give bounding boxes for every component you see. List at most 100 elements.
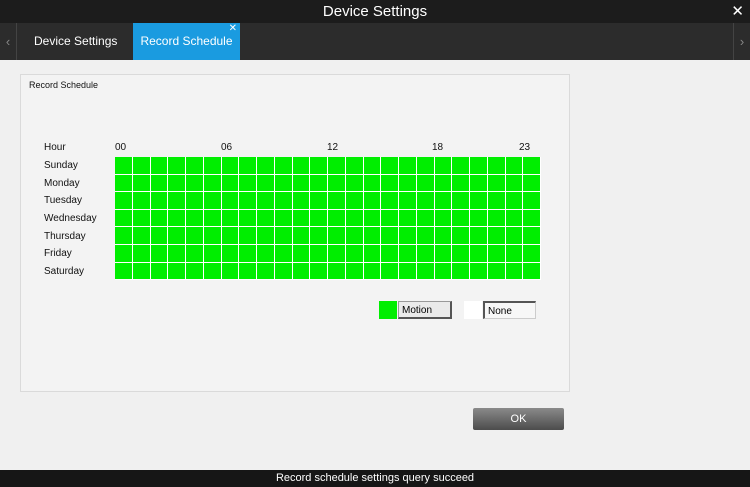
schedule-cell[interactable] xyxy=(203,244,222,263)
schedule-cell[interactable] xyxy=(523,227,541,245)
schedule-cell[interactable] xyxy=(274,262,293,281)
schedule-cell[interactable] xyxy=(363,209,382,228)
schedule-cell[interactable] xyxy=(203,262,222,281)
schedule-cell[interactable] xyxy=(221,157,240,175)
schedule-cell[interactable] xyxy=(239,157,257,175)
schedule-cell[interactable] xyxy=(434,244,453,263)
schedule-cell[interactable] xyxy=(292,157,311,175)
schedule-cell[interactable] xyxy=(292,209,311,228)
schedule-cell[interactable] xyxy=(328,192,346,210)
schedule-cell[interactable] xyxy=(434,262,453,281)
schedule-cell[interactable] xyxy=(203,227,222,245)
schedule-cell[interactable] xyxy=(399,262,417,281)
schedule-cell[interactable] xyxy=(257,227,275,245)
schedule-cell[interactable] xyxy=(132,174,151,193)
schedule-cell[interactable] xyxy=(381,244,399,263)
schedule-cell[interactable] xyxy=(505,209,524,228)
schedule-cell[interactable] xyxy=(470,262,488,281)
schedule-cell[interactable] xyxy=(434,157,453,175)
schedule-cell[interactable] xyxy=(523,209,541,228)
schedule-cell[interactable] xyxy=(168,192,186,210)
schedule-cell[interactable] xyxy=(239,244,257,263)
schedule-cell[interactable] xyxy=(470,244,488,263)
schedule-cell[interactable] xyxy=(150,244,169,263)
schedule-cell[interactable] xyxy=(257,244,275,263)
schedule-cell[interactable] xyxy=(186,227,204,245)
schedule-cell[interactable] xyxy=(399,174,417,193)
schedule-cell[interactable] xyxy=(310,244,328,263)
schedule-cell[interactable] xyxy=(150,192,169,210)
schedule-cell[interactable] xyxy=(363,227,382,245)
schedule-cell[interactable] xyxy=(452,227,470,245)
schedule-cell[interactable] xyxy=(470,209,488,228)
schedule-cell[interactable] xyxy=(274,174,293,193)
schedule-cell[interactable] xyxy=(505,174,524,193)
schedule-cell[interactable] xyxy=(203,157,222,175)
schedule-cell[interactable] xyxy=(150,174,169,193)
schedule-cell[interactable] xyxy=(345,209,364,228)
schedule-cell[interactable] xyxy=(310,157,328,175)
schedule-cell[interactable] xyxy=(203,209,222,228)
schedule-cell[interactable] xyxy=(452,157,470,175)
schedule-cell[interactable] xyxy=(292,244,311,263)
schedule-cell[interactable] xyxy=(452,174,470,193)
schedule-cell[interactable] xyxy=(505,192,524,210)
schedule-cell[interactable] xyxy=(363,192,382,210)
schedule-cell[interactable] xyxy=(416,157,435,175)
tab-device-settings[interactable]: Device Settings xyxy=(24,23,127,60)
motion-swatch[interactable] xyxy=(379,301,397,319)
schedule-cell[interactable] xyxy=(274,209,293,228)
schedule-cell[interactable] xyxy=(168,262,186,281)
schedule-cell[interactable] xyxy=(399,244,417,263)
schedule-cell[interactable] xyxy=(186,192,204,210)
schedule-cell[interactable] xyxy=(399,157,417,175)
tab-close-icon[interactable]: ✕ xyxy=(229,10,237,47)
schedule-cell[interactable] xyxy=(150,227,169,245)
schedule-cell[interactable] xyxy=(363,174,382,193)
schedule-cell[interactable] xyxy=(523,157,541,175)
schedule-cell[interactable] xyxy=(505,227,524,245)
schedule-cell[interactable] xyxy=(328,244,346,263)
schedule-cell[interactable] xyxy=(487,157,506,175)
tab-record-schedule[interactable]: Record Schedule ✕ xyxy=(133,23,240,60)
schedule-cell[interactable] xyxy=(381,209,399,228)
schedule-cell[interactable] xyxy=(399,209,417,228)
schedule-cell[interactable] xyxy=(505,262,524,281)
schedule-cell[interactable] xyxy=(345,244,364,263)
schedule-cell[interactable] xyxy=(363,244,382,263)
schedule-cell[interactable] xyxy=(328,157,346,175)
schedule-cell[interactable] xyxy=(416,227,435,245)
schedule-cell[interactable] xyxy=(523,192,541,210)
schedule-cell[interactable] xyxy=(487,227,506,245)
schedule-cell[interactable] xyxy=(239,192,257,210)
schedule-cell[interactable] xyxy=(274,227,293,245)
schedule-cell[interactable] xyxy=(115,262,133,281)
schedule-cell[interactable] xyxy=(221,262,240,281)
schedule-cell[interactable] xyxy=(292,227,311,245)
schedule-cell[interactable] xyxy=(416,192,435,210)
schedule-cell[interactable] xyxy=(505,157,524,175)
tab-scroll-right-icon[interactable]: › xyxy=(733,23,750,60)
schedule-cell[interactable] xyxy=(310,192,328,210)
schedule-cell[interactable] xyxy=(381,192,399,210)
schedule-cell[interactable] xyxy=(381,174,399,193)
schedule-cell[interactable] xyxy=(115,192,133,210)
schedule-cell[interactable] xyxy=(487,262,506,281)
schedule-cell[interactable] xyxy=(345,227,364,245)
schedule-cell[interactable] xyxy=(452,262,470,281)
schedule-cell[interactable] xyxy=(345,262,364,281)
schedule-cell[interactable] xyxy=(310,262,328,281)
schedule-cell[interactable] xyxy=(257,157,275,175)
schedule-cell[interactable] xyxy=(487,209,506,228)
schedule-cell[interactable] xyxy=(416,244,435,263)
schedule-cell[interactable] xyxy=(399,227,417,245)
schedule-cell[interactable] xyxy=(470,174,488,193)
schedule-cell[interactable] xyxy=(487,244,506,263)
schedule-cell[interactable] xyxy=(416,209,435,228)
schedule-cell[interactable] xyxy=(132,227,151,245)
schedule-cell[interactable] xyxy=(345,174,364,193)
schedule-cell[interactable] xyxy=(310,174,328,193)
schedule-cell[interactable] xyxy=(470,227,488,245)
schedule-cell[interactable] xyxy=(399,192,417,210)
schedule-cell[interactable] xyxy=(328,227,346,245)
